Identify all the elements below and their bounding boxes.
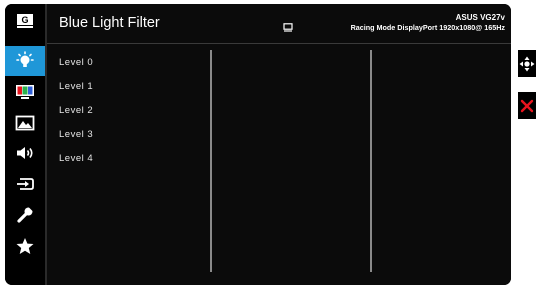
image-icon <box>15 115 35 131</box>
sidebar-item-image[interactable] <box>5 108 45 138</box>
wrench-icon <box>17 207 33 223</box>
blue-light-icon <box>16 51 34 67</box>
page-title: Blue Light Filter <box>59 15 160 31</box>
sidebar-item-system-setup[interactable] <box>5 200 45 230</box>
svg-text:G: G <box>21 15 28 25</box>
sound-icon <box>17 147 33 159</box>
level-2-option[interactable]: Level 2 <box>59 105 93 129</box>
gameplus-icon: G <box>17 14 33 28</box>
osd-menu: G Blue Light Filter ASUS VG27v Racing Mo… <box>5 4 511 285</box>
main-panel: Blue Light Filter ASUS VG27v Racing Mode… <box>47 4 511 285</box>
level-list: Level 0 Level 1 Level 2 Level 3 Level 4 <box>59 57 93 177</box>
level-1-option[interactable]: Level 1 <box>59 81 93 105</box>
sidebar-item-gameplus[interactable]: G <box>5 6 45 36</box>
input-select-icon <box>17 178 34 190</box>
sidebar-item-sound[interactable] <box>5 138 45 168</box>
five-way-navigation-icon <box>519 56 535 71</box>
color-icon <box>16 85 34 99</box>
header-divider <box>47 43 511 44</box>
status-line: Racing Mode DisplayPort 1920x1080@ 165Hz <box>350 23 505 32</box>
sidebar-item-blue-light-filter[interactable] <box>5 46 45 76</box>
monitor-icon <box>283 23 293 32</box>
sidebar-item-input-select[interactable] <box>5 169 45 199</box>
sidebar-item-favorite[interactable] <box>5 231 45 261</box>
sidebar-item-color[interactable] <box>5 77 45 107</box>
column-divider-2 <box>370 50 372 272</box>
level-3-option[interactable]: Level 3 <box>59 129 93 153</box>
star-icon <box>16 238 34 254</box>
close-button[interactable] <box>518 92 536 119</box>
level-0-option[interactable]: Level 0 <box>59 57 93 81</box>
column-divider-1 <box>210 50 212 272</box>
model-name: ASUS VG27v <box>455 13 505 22</box>
sidebar: G <box>5 4 45 285</box>
close-icon <box>520 99 534 112</box>
navigate-button[interactable] <box>518 50 536 77</box>
level-4-option[interactable]: Level 4 <box>59 153 93 177</box>
header-info: ASUS VG27v Racing Mode DisplayPort 1920x… <box>351 13 505 33</box>
